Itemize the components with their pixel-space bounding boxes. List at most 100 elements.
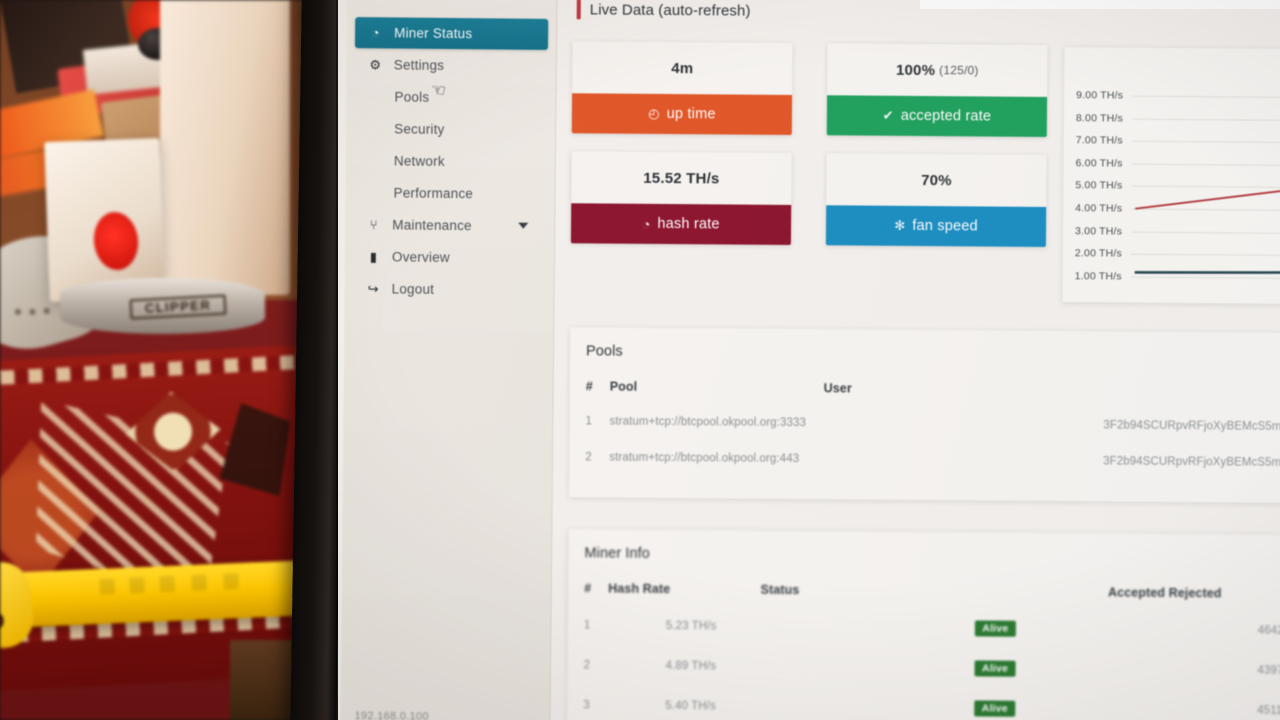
stat-card-label: fan speed [912, 217, 978, 235]
sidebar-item-label: Pools [394, 89, 430, 105]
sign-out-icon: ↪ [367, 280, 379, 296]
miner-accepted-rejected: 4511 [1257, 704, 1280, 717]
stat-value-text: 100% [895, 61, 936, 79]
stat-card-hash-rate: 15.52 TH/s ◔ hash rate [570, 151, 792, 245]
sidebar-item-label: Performance [393, 185, 474, 202]
stat-value-text: 4m [671, 59, 694, 77]
sidebar: ◔ Miner Status ⚙ Settings Pools Security Netwo… [340, 0, 558, 720]
miner-info-col-header: # [584, 581, 592, 596]
sidebar-nav[interactable]: ◔ Miner Status ⚙ Settings Pools Security Netwo… [344, 17, 556, 307]
stat-card-value: 15.52 TH/s [571, 151, 791, 205]
white-house-ornament [160, 0, 290, 295]
sidebar-item-label: Overview [391, 249, 450, 266]
stat-card-label: hash rate [657, 215, 720, 233]
pool-user: 3F2b94SCURpvRFjoXyBEMcS5meq1TQ [1103, 419, 1280, 434]
miner-info-table-body: 1 5.23 TH/s Alive 4642 2 4.89 TH/s Alive 4397 3 5… [567, 605, 1280, 720]
pools-col-header: # [585, 379, 593, 394]
sidebar-footer-ip: 192.168.0.100 [354, 710, 429, 720]
stat-value-text: 70% [921, 171, 952, 189]
sidebar-item-label: Maintenance [392, 217, 472, 234]
table-row: 3 5.40 TH/s Alive 4511 [567, 685, 1280, 720]
stat-card-value: 70% [826, 153, 1046, 207]
miner-status-cell: Alive [760, 647, 1108, 690]
sidebar-item-logout[interactable]: ↪ Logout [352, 273, 545, 306]
pools-col-header: User [823, 381, 852, 396]
miner-info-panel-title: Miner Info [584, 545, 651, 562]
miner-row-index: 1 [583, 619, 591, 632]
miner-accepted-rejected: 4642 [1257, 624, 1280, 637]
sidebar-item-maintenance[interactable]: ⑂ Maintenance [353, 209, 546, 242]
miner-hash-rate: 5.40 TH/s [665, 699, 716, 713]
miner-info-panel: Miner Info # Hash Rate Status Accepted Reje… [567, 529, 1280, 720]
server-icon: ▮ [369, 248, 378, 264]
miner-hash-rate: 5.23 TH/s [665, 619, 717, 633]
pool-row-index: 2 [585, 451, 592, 464]
table-row: 1 stratum+tcp://btcpool.okpool.org:3333 3F… [569, 403, 1280, 445]
pools-table-body: 1 stratum+tcp://btcpool.okpool.org:3333 3F… [569, 403, 1280, 481]
status-badge: Alive [974, 660, 1016, 677]
sidebar-item-label: Miner Status [394, 25, 473, 42]
pool-url: stratum+tcp://btcpool.okpool.org:3333 [609, 415, 807, 430]
mouse-cursor-pointer: ☜ [429, 79, 448, 101]
sidebar-item-network[interactable]: Network [354, 145, 547, 178]
sidebar-item-miner-status[interactable]: ◔ Miner Status [354, 17, 549, 50]
red-button [0, 609, 5, 633]
table-row: 2 4.89 TH/s Alive 4397 [567, 645, 1280, 691]
dashboard-icon: ◔ [642, 216, 651, 232]
pools-col-header: Pool [609, 379, 638, 394]
plug-icon: ⑂ [369, 217, 378, 233]
stat-card-value: 100% (125/0) [827, 43, 1047, 97]
sidebar-item-label: Network [393, 153, 445, 169]
stat-card-label-bar: ✻ fan speed [825, 205, 1047, 247]
stat-card-label-bar: ◴ up time [571, 93, 793, 135]
miner-row-index: 2 [583, 659, 591, 672]
stat-value-text: 15.52 TH/s [643, 169, 720, 187]
main-content: Live Data (auto-refresh) 4m ◴ up time 100%(… [559, 0, 1280, 720]
pool-row-index: 1 [585, 415, 593, 428]
miner-info-col-header: Hash Rate [608, 581, 671, 597]
clock-icon: ◴ [648, 105, 660, 121]
asterisk-icon: ✻ [894, 217, 906, 233]
sidebar-item-performance[interactable]: Performance [353, 177, 546, 210]
chart-series-line [1135, 180, 1280, 210]
sidebar-item-label: Settings [393, 57, 445, 73]
table-row: 1 5.23 TH/s Alive 4642 [568, 605, 1280, 651]
miner-info-table: # Hash Rate Status Accepted Rejected 1 5.23 … [567, 571, 1280, 720]
chevron-down-icon[interactable] [518, 222, 529, 229]
sidebar-item-pools[interactable]: Pools [354, 81, 547, 114]
tachometer-icon: ◔ [371, 25, 380, 41]
pool-url: stratum+tcp://btcpool.okpool.org:443 [609, 451, 800, 466]
miner-accepted-rejected: 4397 [1257, 664, 1280, 677]
pools-panel: Pools # Pool User 1 stratum+tcp://btcpool.o… [568, 327, 1280, 504]
chart-lines [1134, 180, 1280, 274]
pools-panel-title: Pools [585, 343, 623, 360]
screenshot-stage: CLIPPER ◔ Miner Status ⚙ Settings Pools … [0, 0, 1280, 720]
miner-status-cell: Alive [760, 607, 1108, 650]
pool-user: 3F2b94SCURpvRFjoXyBEMcS5meq1TQ [1103, 455, 1280, 470]
stat-card-fan-speed: 70% ✻ fan speed [825, 153, 1047, 247]
hashrate-chart-panel: 9.00 TH/s 8.00 TH/s 7.00 TH/s 6.00 TH/s 5.00… [1062, 47, 1280, 305]
chart-series-line [1134, 271, 1280, 274]
stat-card-value: 4m [572, 41, 792, 95]
live-data-header: Live Data (auto-refresh) [576, 0, 751, 21]
stat-card-label-bar: ✔ accepted rate [826, 95, 1048, 137]
pools-table: # Pool User 1 stratum+tcp://btcpool.okpool.… [569, 369, 1280, 481]
sidebar-item-settings[interactable]: ⚙ Settings [355, 49, 548, 82]
stat-card-label: accepted rate [900, 107, 992, 125]
status-badge: Alive [975, 620, 1016, 637]
sidebar-item-label: Security [394, 121, 445, 137]
check-icon: ✔ [882, 107, 894, 123]
sidebar-item-security[interactable]: Security [354, 113, 547, 146]
stat-value-detail: (125/0) [939, 63, 979, 78]
table-row: 2 stratum+tcp://btcpool.okpool.org:443 3F2… [569, 439, 1280, 481]
status-badge: Alive [974, 700, 1015, 717]
stat-card-grid: 4m ◴ up time 100% (125/0) ✔ accepted rate 15.52… [570, 41, 1048, 247]
live-data-title: Live Data (auto-refresh) [589, 0, 751, 20]
stat-card-up-time: 4m ◴ up time [571, 41, 793, 135]
accent-bar [576, 0, 581, 20]
sidebar-item-overview[interactable]: ▮ Overview [353, 241, 546, 274]
stat-card-label-bar: ◔ hash rate [570, 203, 792, 245]
miner-info-col-header: Accepted Rejected [1107, 585, 1222, 601]
background-photo: CLIPPER [0, 0, 340, 720]
stat-card-label: up time [666, 105, 716, 123]
